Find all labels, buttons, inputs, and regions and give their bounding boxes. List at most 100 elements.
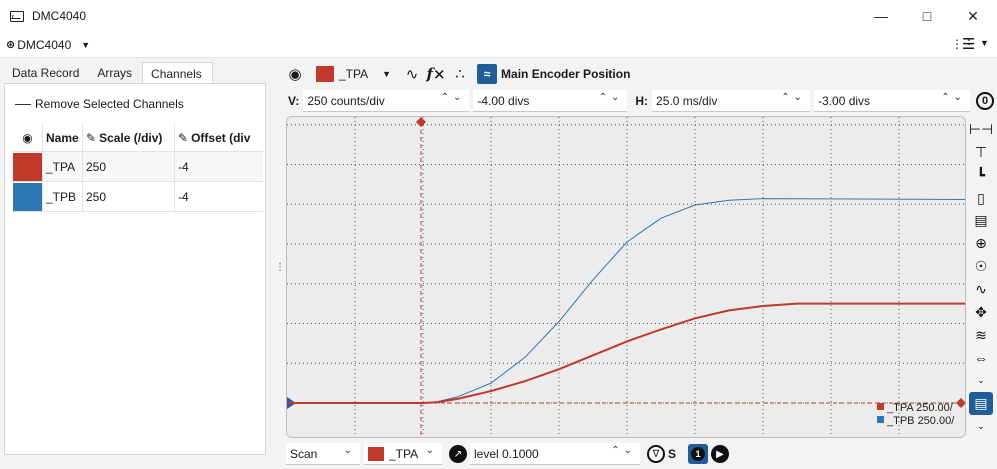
close-button[interactable]: ✕ bbox=[950, 0, 996, 32]
channel-offset[interactable]: -4 bbox=[175, 152, 263, 181]
chevron-down-icon[interactable]: ▼ bbox=[980, 38, 989, 48]
horizontal-scale-combo[interactable]: 25.0 ms/div ⌃⌄ bbox=[652, 90, 811, 112]
play-icon[interactable]: ▶ bbox=[711, 445, 730, 463]
channel-color-swatch[interactable] bbox=[13, 182, 42, 211]
trigger-channel-value: _TPA bbox=[389, 446, 419, 461]
channel-select[interactable]: _TPA ▼ bbox=[312, 63, 395, 85]
remove-channels-label: Remove Selected Channels bbox=[35, 97, 184, 111]
function-icon[interactable]: f× bbox=[425, 63, 447, 85]
chevron-down-icon[interactable]: ⌄ bbox=[969, 415, 993, 438]
vertical-offset-value: -4.00 divs bbox=[477, 93, 530, 108]
trigger-bar: Scan ⌄ _TPA ⌄ ↗ level 0.1000 ⌃⌄ ∇ S 1 ▶ bbox=[286, 443, 997, 465]
horizontal-ruler-icon[interactable]: ▤ bbox=[969, 209, 993, 232]
color-cell[interactable] bbox=[13, 182, 43, 211]
peak-detect-icon[interactable]: ∿ bbox=[969, 278, 993, 301]
legend-label: _TPB 250.00/ bbox=[886, 415, 955, 427]
horizontal-label: H: bbox=[635, 94, 649, 108]
scope-plot-area[interactable]: _TPA 250.00/_TPB 250.00/ bbox=[286, 116, 966, 438]
chevron-updown-icon[interactable]: ⌃⌄ bbox=[599, 92, 624, 103]
trigger-edge-icon[interactable]: ↗ bbox=[449, 445, 467, 463]
vertical-ruler-icon[interactable]: ▯ bbox=[969, 187, 993, 210]
tab-channels[interactable]: Channels bbox=[142, 62, 213, 84]
main-encoder-label: Main Encoder Position bbox=[501, 67, 631, 81]
channels-grid-header: ◉ Name ✎ Scale (/div) ✎ Offset (div bbox=[13, 124, 263, 152]
horizontal-expand-icon[interactable]: ⇔ bbox=[969, 347, 993, 370]
tab-arrays[interactable]: Arrays bbox=[89, 62, 142, 84]
line-chart-icon: ≈ bbox=[477, 64, 498, 84]
scope-app-icon bbox=[10, 10, 24, 22]
chevron-down-icon: ⌄ bbox=[343, 445, 356, 456]
tab-data-record[interactable]: Data Record bbox=[4, 62, 89, 84]
controller-select[interactable]: ⊛ DMC4040 ▼ bbox=[6, 38, 90, 52]
column-name: Name bbox=[43, 124, 83, 151]
trigger-channel-select[interactable]: _TPA ⌄ bbox=[364, 443, 442, 465]
main-encoder-position-button[interactable]: ≈ Main Encoder Position bbox=[477, 64, 630, 84]
signal-compare-icon[interactable]: ≋ bbox=[969, 324, 993, 347]
trigger-level-combo[interactable]: level 0.1000 ⌃⌄ bbox=[470, 443, 640, 465]
channel-scale[interactable]: 250 bbox=[83, 152, 175, 181]
link-icon: ⊛ bbox=[6, 39, 16, 51]
mode-select[interactable]: Scan ⌄ bbox=[286, 443, 360, 465]
legend-swatch bbox=[877, 416, 884, 423]
chevron-updown-icon[interactable]: ⌃⌄ bbox=[611, 445, 636, 456]
vertical-scale-combo[interactable]: 250 counts/div ⌃⌄ bbox=[303, 90, 470, 112]
channels-tab-content: Remove Selected Channels ◉ Name ✎ Scale (… bbox=[4, 83, 266, 455]
color-cell[interactable] bbox=[13, 152, 43, 181]
channel-scale[interactable]: 250 bbox=[83, 182, 175, 211]
waveform-icon[interactable]: ∿ bbox=[401, 63, 423, 85]
channel-select-label: _TPA bbox=[339, 67, 369, 81]
vertical-offset-combo[interactable]: -4.00 divs ⌃⌄ bbox=[473, 90, 628, 112]
zero-offset-button[interactable]: 0 bbox=[976, 92, 995, 110]
palette-icon[interactable]: ◉ bbox=[284, 63, 306, 85]
minimize-button[interactable]: — bbox=[858, 0, 904, 32]
palette-icon: ◉ bbox=[13, 124, 43, 151]
trigger-slope-icon[interactable]: ∇ bbox=[647, 445, 665, 463]
chevron-down-icon: ▼ bbox=[382, 69, 392, 79]
vertical-cursor-icon[interactable]: ⊤ bbox=[969, 141, 993, 164]
scatter-plot-icon[interactable]: ∴ bbox=[449, 63, 471, 85]
auto-scale-icon[interactable]: ☉ bbox=[969, 255, 993, 278]
table-row[interactable]: _TPA 250 -4 bbox=[13, 152, 263, 182]
horizontal-cursor-icon[interactable]: ⊢⊣ bbox=[969, 118, 993, 141]
chevron-down-icon: ⌄ bbox=[425, 445, 438, 456]
chevron-down-icon[interactable]: ⌄ bbox=[969, 369, 993, 392]
left-tabs: Data Record Arrays Channels bbox=[4, 62, 213, 84]
step-measure-icon[interactable]: ┗ bbox=[969, 164, 993, 187]
scale-bar: V: 250 counts/div ⌃⌄ -4.00 divs ⌃⌄ H: 25… bbox=[284, 90, 997, 112]
panel-splitter-grip[interactable]: ⋮ bbox=[275, 262, 285, 273]
scope-plot[interactable]: _TPA 250.00/_TPB 250.00/ bbox=[287, 117, 966, 438]
chevron-updown-icon[interactable]: ⌃⌄ bbox=[781, 92, 806, 103]
title-bar: DMC4040 — □ ✕ bbox=[0, 0, 997, 32]
column-scale-label: Scale (/div) bbox=[99, 130, 163, 145]
controller-label: DMC4040 bbox=[17, 37, 72, 52]
horizontal-scale-value: 25.0 ms/div bbox=[656, 93, 718, 108]
horizontal-offset-combo[interactable]: -3.00 divs ⌃⌄ bbox=[814, 90, 971, 112]
channel-offset[interactable]: -4 bbox=[175, 182, 263, 211]
pencil-icon: ✎ bbox=[86, 130, 97, 145]
controller-toolbar: ⊛ DMC4040 ▼ ⋮⋮ ☰ ▼ bbox=[0, 32, 997, 58]
channel-name: _TPA bbox=[43, 152, 83, 181]
remove-channels-button[interactable]: Remove Selected Channels bbox=[15, 97, 184, 111]
slope-label: S bbox=[668, 447, 677, 461]
chevron-down-icon: ▼ bbox=[81, 39, 91, 50]
chevron-updown-icon[interactable]: ⌃⌄ bbox=[941, 92, 966, 103]
run-index: 1 bbox=[691, 447, 706, 461]
maximize-button[interactable]: □ bbox=[904, 0, 950, 32]
chevron-updown-icon[interactable]: ⌃⌄ bbox=[441, 92, 466, 103]
left-panel: Data Record Arrays Channels Remove Selec… bbox=[0, 58, 272, 469]
crosshair-icon[interactable]: ⊕ bbox=[969, 232, 993, 255]
single-run-button[interactable]: 1 bbox=[688, 444, 709, 464]
trigger-color-chip bbox=[368, 446, 384, 461]
vertical-label: V: bbox=[288, 94, 300, 108]
horizontal-offset-value: -3.00 divs bbox=[818, 93, 871, 108]
table-row[interactable]: _TPB 250 -4 bbox=[13, 182, 263, 212]
channel-name: _TPB bbox=[43, 182, 83, 211]
trigger-level-value: level 0.1000 bbox=[474, 446, 539, 461]
channel-color-swatch[interactable] bbox=[13, 152, 42, 181]
legend-toggle-icon[interactable]: ▤ bbox=[969, 392, 993, 416]
pencil-icon: ✎ bbox=[178, 130, 189, 145]
window-title: DMC4040 bbox=[32, 9, 87, 23]
legend-label: _TPA 250.00/ bbox=[886, 402, 954, 414]
layers-icon[interactable]: ☰ bbox=[962, 35, 975, 53]
move-arrows-icon[interactable]: ✥ bbox=[969, 301, 993, 324]
